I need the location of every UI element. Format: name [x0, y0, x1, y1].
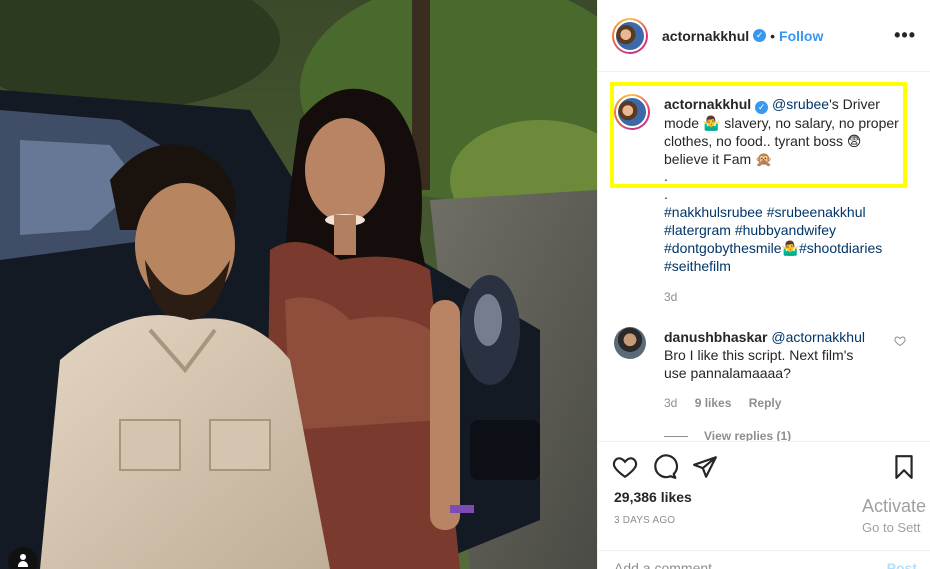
- comment-body: Bro I like this script. Next film's use …: [664, 347, 854, 381]
- caption-text-part: believe it Fam: [664, 151, 752, 167]
- post-date: 3 DAYS AGO: [614, 515, 676, 526]
- caption-dot: .: [664, 168, 668, 184]
- caption-text: actornakkhul ✓ @srubee's Driver mode 🤷‍♂️…: [664, 95, 904, 168]
- author-avatar[interactable]: [612, 17, 648, 54]
- caption-username[interactable]: actornakkhul: [664, 96, 751, 112]
- follow-button[interactable]: Follow: [779, 28, 823, 44]
- comment-meta: 3d 9 likes Reply: [664, 396, 795, 410]
- shrug-emoji: 🤷‍♂️: [702, 115, 721, 131]
- post-sidebar: actornakkhul ✓ • Follow ••• actornakkhul…: [597, 0, 930, 569]
- like-comment-heart-icon[interactable]: [894, 335, 906, 347]
- verified-badge-icon: ✓: [753, 29, 767, 42]
- caption-timestamp: 3d: [664, 290, 678, 304]
- hashtag-link[interactable]: #nakkhulsrubee #srubeenakkhul: [664, 203, 914, 221]
- save-bookmark-icon[interactable]: [891, 454, 917, 480]
- comment-likes[interactable]: 9 likes: [695, 396, 732, 410]
- header-separator: •: [770, 27, 776, 44]
- comments-section: actornakkhul ✓ @srubee's Driver mode 🤷‍♂️…: [598, 73, 930, 441]
- commenter-username[interactable]: danushbhaskar: [664, 329, 767, 345]
- comment-text: danushbhaskar @actornakkhul Bro I like t…: [664, 328, 879, 382]
- comment-bubble-icon[interactable]: [652, 454, 678, 480]
- caption-author-avatar[interactable]: [614, 94, 650, 130]
- like-heart-icon[interactable]: [612, 454, 638, 480]
- comment-timestamp: 3d: [664, 396, 678, 410]
- caption-dot: .: [664, 186, 668, 202]
- person-icon: [20, 554, 26, 560]
- caption-text-part: slavery, no salary, no proper clothes, n…: [664, 115, 899, 149]
- caption-mention[interactable]: @srubee: [772, 96, 829, 112]
- likes-count[interactable]: 29,386 likes: [614, 489, 692, 505]
- fearful-emoji: 😨: [846, 133, 862, 149]
- reply-button[interactable]: Reply: [749, 396, 782, 410]
- action-icons: [612, 454, 917, 480]
- add-comment-bar: Add a comment... Post: [598, 550, 930, 569]
- more-options-icon[interactable]: •••: [894, 26, 916, 44]
- post-comment-button[interactable]: Post: [887, 560, 917, 569]
- activate-windows-subtext: Go to Sett: [862, 520, 921, 535]
- hashtag-link[interactable]: #seithefilm: [664, 257, 914, 275]
- verified-badge-icon: ✓: [755, 101, 769, 114]
- post-header: actornakkhul ✓ • Follow •••: [598, 0, 930, 72]
- photo-illustration: [0, 0, 597, 569]
- comment-mention[interactable]: @actornakkhul: [771, 329, 865, 345]
- caption-extra: . . #nakkhulsrubee #srubeenakkhul #later…: [664, 167, 914, 275]
- commenter-avatar[interactable]: [614, 327, 646, 359]
- post-photo[interactable]: [0, 0, 597, 569]
- author-username[interactable]: actornakkhul: [662, 28, 749, 44]
- hashtag-link[interactable]: #dontgobythesmile🤷‍♂️#shootdiaries: [664, 239, 914, 257]
- monkey-emoji: 🙊: [755, 151, 773, 167]
- share-send-icon[interactable]: [692, 454, 718, 480]
- activate-windows-watermark: Activate: [862, 496, 927, 516]
- view-replies-button[interactable]: View replies (1): [664, 429, 791, 441]
- hashtag-link[interactable]: #latergram #hubbyandwifey: [664, 221, 914, 239]
- comment-input[interactable]: Add a comment...: [614, 560, 724, 569]
- tagged-people-button[interactable]: [8, 547, 38, 569]
